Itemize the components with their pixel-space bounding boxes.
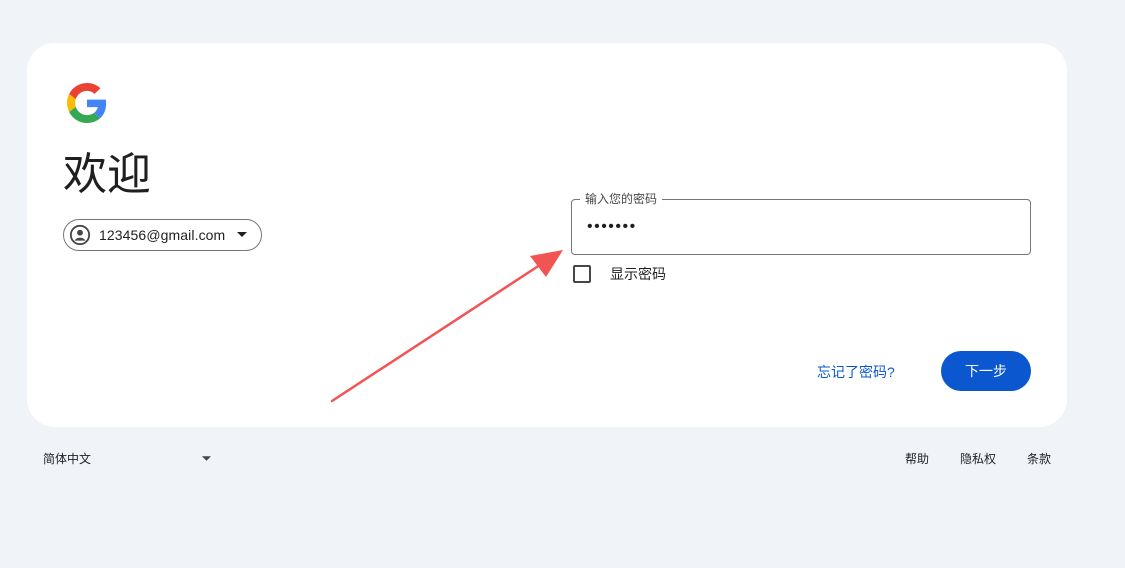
forgot-password-link[interactable]: 忘记了密码? — [817, 362, 895, 382]
chevron-down-icon — [237, 232, 248, 238]
footer: 简体中文 帮助 隐私权 条款 — [27, 450, 1067, 470]
account-circle-icon — [69, 224, 91, 246]
password-field-label: 输入您的密码 — [580, 192, 663, 206]
sign-in-card: 欢迎 123456@gmail.com 输入您的密码 ••••••• 显示密码 … — [27, 43, 1067, 427]
page-title: 欢迎 — [63, 150, 151, 199]
footer-links: 帮助 隐私权 条款 — [905, 450, 1051, 467]
account-email: 123456@gmail.com — [99, 227, 226, 243]
google-logo-icon — [67, 83, 107, 123]
show-password-label: 显示密码 — [610, 266, 666, 282]
next-button[interactable]: 下一步 — [941, 351, 1031, 391]
help-link[interactable]: 帮助 — [905, 450, 929, 467]
account-chip[interactable]: 123456@gmail.com — [63, 219, 263, 251]
language-select-value: 简体中文 — [43, 452, 92, 466]
chevron-down-icon — [202, 456, 211, 461]
show-password-toggle[interactable]: 显示密码 — [573, 264, 666, 284]
show-password-checkbox[interactable] — [573, 265, 591, 283]
privacy-link[interactable]: 隐私权 — [960, 450, 996, 467]
language-select[interactable]: 简体中文 — [43, 450, 211, 467]
password-field[interactable]: 输入您的密码 ••••••• — [571, 192, 1031, 255]
password-input-value[interactable]: ••••••• — [587, 217, 637, 237]
terms-link[interactable]: 条款 — [1027, 450, 1051, 467]
